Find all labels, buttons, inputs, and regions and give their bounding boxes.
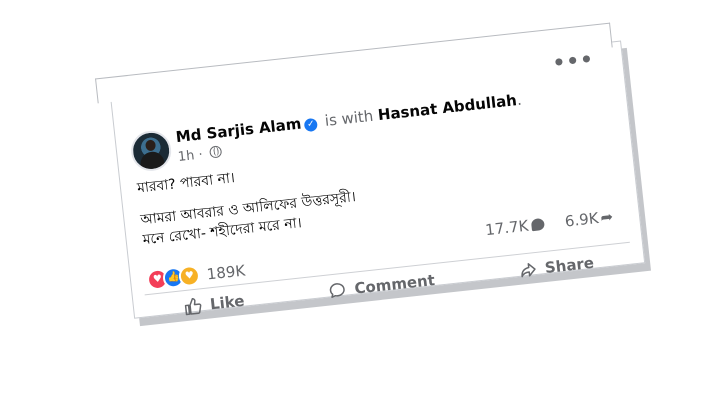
like-label: Like xyxy=(209,291,246,314)
comment-button[interactable]: Comment xyxy=(298,266,466,306)
screenshot-stage: ••• Md Sarjis Alam ✓ is with Hasnat Abdul… xyxy=(0,0,725,400)
more-options-icon[interactable]: ••• xyxy=(551,47,595,75)
reaction-summary[interactable]: ♥ 👍 ♥ 189K xyxy=(146,259,247,292)
reactions-count: 189K xyxy=(205,260,247,284)
post-time[interactable]: 1h xyxy=(177,148,195,165)
comment-icon xyxy=(330,283,346,298)
avatar-shoulders xyxy=(139,150,166,172)
comment-count-icon xyxy=(530,217,545,232)
header-period: . xyxy=(515,90,523,110)
avatar-head xyxy=(145,139,157,152)
thumbs-up-icon xyxy=(184,298,202,316)
post-header: Md Sarjis Alam ✓ is with Hasnat Abdullah. xyxy=(175,91,523,146)
share-label: Share xyxy=(543,253,595,277)
facebook-post-card: ••• Md Sarjis Alam ✓ is with Hasnat Abdul… xyxy=(110,40,646,319)
post-text: মারবা? পারবা না। আমরা আবরার ও আলিফের উত্… xyxy=(136,155,359,250)
meta-separator: · xyxy=(197,147,204,163)
tagged-person[interactable]: Hasnat Abdullah xyxy=(377,91,518,124)
share-count-icon: ➦ xyxy=(599,207,614,227)
globe-icon[interactable] xyxy=(208,145,223,159)
comments-count[interactable]: 17.7K xyxy=(484,217,529,240)
post-meta: 1h · xyxy=(177,145,223,165)
is-with-label: is with xyxy=(323,106,375,130)
avatar[interactable] xyxy=(129,128,174,173)
engagement-counts: 17.7K 6.9K➦ xyxy=(484,206,627,239)
comment-label: Comment xyxy=(353,271,436,298)
shares-count[interactable]: 6.9K xyxy=(564,209,599,231)
author-name[interactable]: Md Sarjis Alam xyxy=(175,115,302,147)
verified-badge-icon: ✓ xyxy=(303,117,319,133)
share-icon xyxy=(521,263,536,278)
